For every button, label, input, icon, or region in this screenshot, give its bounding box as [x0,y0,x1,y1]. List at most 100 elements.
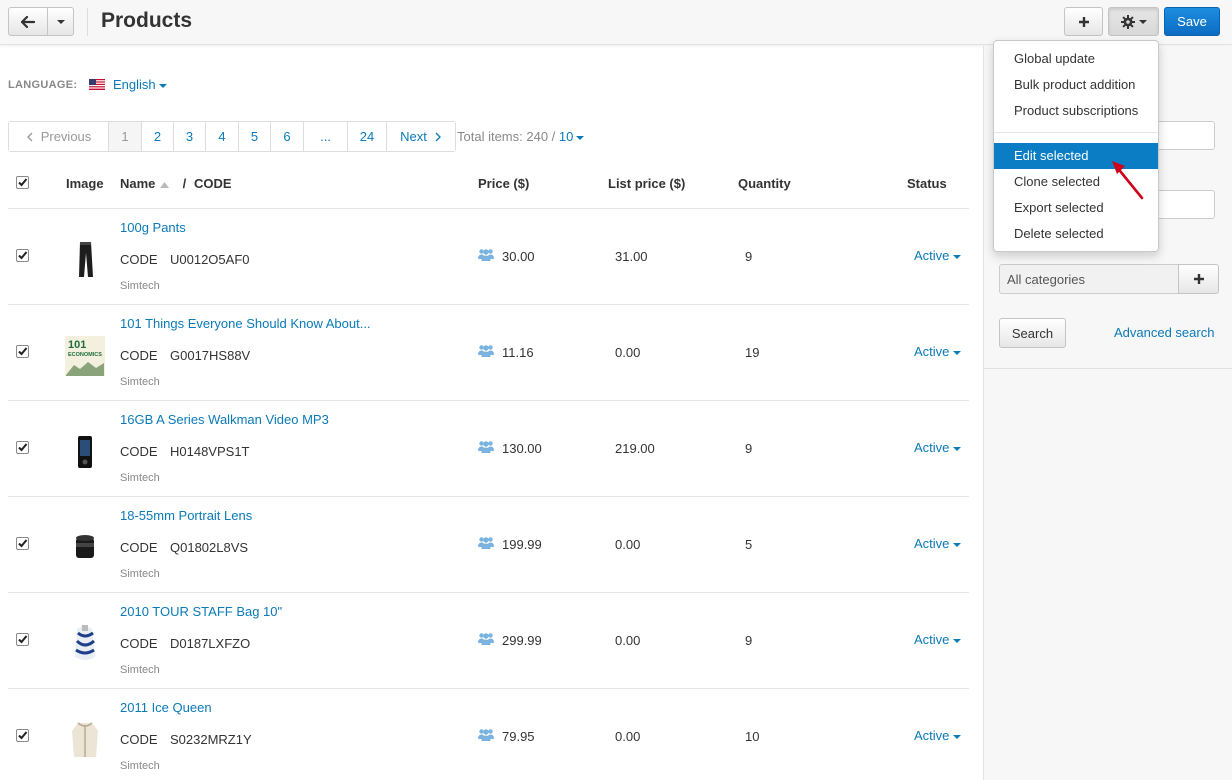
product-code: Q01802L8VS [170,540,249,555]
row-checkbox[interactable] [16,441,29,454]
back-history-dropdown[interactable] [47,7,74,36]
product-status-dropdown[interactable]: Active [914,440,962,455]
menu-item-delete-selected[interactable]: Delete selected [994,221,1158,247]
language-selector[interactable]: English [113,77,167,92]
product-thumbnail[interactable] [64,239,106,281]
chevron-left-icon [26,132,33,141]
product-quantity[interactable]: 5 [745,537,752,552]
table-row: 16GB A Series Walkman Video MP3 CODE H01… [0,401,980,497]
product-status-dropdown[interactable]: Active [914,632,962,647]
product-list-price[interactable]: 0.00 [615,537,640,552]
pagination-ellipsis[interactable]: ... [303,122,347,151]
product-code: U0012O5AF0 [170,252,250,267]
product-name-link[interactable]: 18-55mm Portrait Lens [120,508,252,523]
column-header-code[interactable]: CODE [194,176,232,191]
product-status-dropdown[interactable]: Active [914,536,962,551]
product-code-label: CODE [120,732,158,747]
product-quantity[interactable]: 19 [745,345,759,360]
checkbox-checked-icon [18,178,28,187]
product-price[interactable]: 79.95 [502,729,535,744]
pagination-page-24[interactable]: 24 [347,122,386,151]
users-icon[interactable] [478,440,494,453]
checkbox-checked-icon [18,731,28,740]
chevron-right-icon [435,132,441,141]
add-category-button[interactable] [1178,264,1219,294]
column-header-name[interactable]: Name / [120,176,186,191]
chevron-down-icon [953,734,962,739]
product-price[interactable]: 199.99 [502,537,542,552]
row-checkbox[interactable] [16,249,29,262]
row-checkbox[interactable] [16,537,29,550]
total-items: Total items: 240 / 10 [457,129,585,144]
row-checkbox[interactable] [16,729,29,742]
product-quantity[interactable]: 9 [745,633,752,648]
back-button[interactable] [8,7,48,36]
product-price[interactable]: 130.00 [502,441,542,456]
product-quantity[interactable]: 10 [745,729,759,744]
product-thumbnail[interactable]: 101 ECONOMICS [64,335,106,377]
chevron-down-icon [953,254,962,259]
product-status-dropdown[interactable]: Active [914,728,962,743]
pagination-page-6[interactable]: 6 [270,122,303,151]
product-name-link[interactable]: 2011 Ice Queen [120,700,212,715]
pagination-page-2[interactable]: 2 [141,122,173,151]
settings-dropdown-button[interactable] [1108,7,1159,36]
items-per-page-selector[interactable]: 10 [559,129,585,144]
pagination-page-5[interactable]: 5 [238,122,270,151]
search-button[interactable]: Search [999,318,1066,348]
product-thumbnail[interactable] [64,431,106,473]
pagination-previous[interactable]: Previous [9,122,108,151]
users-icon[interactable] [478,344,494,357]
table-row: 18-55mm Portrait Lens CODE Q01802L8VS Si… [0,497,980,593]
back-button-group [8,7,74,36]
product-quantity[interactable]: 9 [745,441,752,456]
product-status-dropdown[interactable]: Active [914,344,962,359]
product-status: Active [914,536,950,551]
product-thumbnail[interactable] [64,527,106,569]
product-name-link[interactable]: 101 Things Everyone Should Know About... [120,316,371,331]
save-button[interactable]: Save [1164,7,1220,36]
product-price[interactable]: 299.99 [502,633,542,648]
users-icon[interactable] [478,728,494,741]
row-checkbox[interactable] [16,345,29,358]
category-picker-input[interactable]: All categories [999,264,1179,294]
product-list-price[interactable]: 0.00 [615,729,640,744]
product-list-price[interactable]: 0.00 [615,633,640,648]
product-price[interactable]: 11.16 [502,345,534,360]
product-status-dropdown[interactable]: Active [914,248,962,263]
product-name-link[interactable]: 100g Pants [120,220,186,235]
advanced-search-link[interactable]: Advanced search [1114,325,1214,340]
column-header-list-price[interactable]: List price ($) [608,176,685,191]
product-list-price[interactable]: 0.00 [615,345,640,360]
select-all-checkbox[interactable] [16,176,29,189]
product-thumbnail[interactable] [64,719,106,761]
column-header-status[interactable]: Status [907,176,947,191]
menu-item-product-subscriptions[interactable]: Product subscriptions [994,98,1158,124]
product-status: Active [914,440,950,455]
users-icon[interactable] [478,248,494,261]
menu-item-global-update[interactable]: Global update [994,46,1158,72]
menu-item-bulk-product-addition[interactable]: Bulk product addition [994,72,1158,98]
product-vendor: Simtech [120,280,160,292]
product-list-price[interactable]: 31.00 [615,249,648,264]
product-name-link[interactable]: 16GB A Series Walkman Video MP3 [120,412,329,427]
product-quantity[interactable]: 9 [745,249,752,264]
gear-icon [1120,14,1135,29]
pagination-page-3[interactable]: 3 [173,122,205,151]
chevron-down-icon [953,542,962,547]
checkbox-checked-icon [18,251,28,260]
pagination-page-1[interactable]: 1 [108,122,141,151]
product-thumbnail[interactable] [64,623,106,665]
pagination-page-4[interactable]: 4 [205,122,238,151]
column-header-price[interactable]: Price ($) [478,176,529,191]
add-product-button[interactable] [1064,7,1103,36]
users-icon[interactable] [478,536,494,549]
row-checkbox[interactable] [16,633,29,646]
users-icon[interactable] [478,632,494,645]
column-header-quantity[interactable]: Quantity [738,176,791,191]
product-price[interactable]: 30.00 [502,249,535,264]
product-list-price[interactable]: 219.00 [615,441,655,456]
product-name-link[interactable]: 2010 TOUR STAFF Bag 10" [120,604,282,619]
pagination-next[interactable]: Next [386,122,455,151]
product-code-label: CODE [120,540,158,555]
